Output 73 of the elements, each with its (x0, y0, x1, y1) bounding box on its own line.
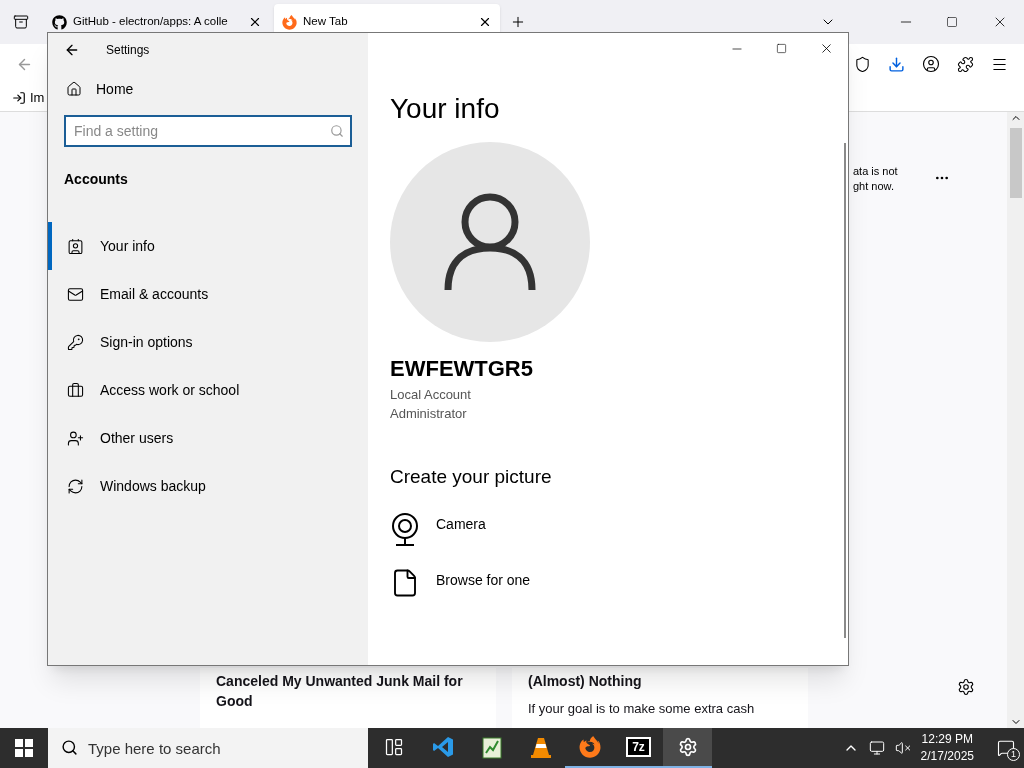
section-heading: Accounts (63, 170, 129, 189)
close-tab-icon[interactable] (248, 15, 262, 29)
home-item[interactable]: Home (48, 67, 368, 111)
browser-icon (578, 736, 601, 758)
article-card[interactable]: Canceled My Unwanted Junk Mail for Good (200, 668, 496, 728)
picture-option[interactable]: Browse for one (390, 567, 848, 598)
clock[interactable]: 12:29 PM 2/17/2025 (920, 731, 974, 765)
windows-logo[interactable] (15, 739, 33, 757)
notification-count: 1 (1007, 748, 1020, 761)
nav-item[interactable]: Access work or school (48, 366, 368, 414)
nav-item[interactable]: Email & accounts (48, 270, 368, 318)
tab-list-icon[interactable] (13, 14, 29, 30)
sync-icon (67, 477, 84, 495)
webcam-icon (390, 511, 420, 548)
browser-tab[interactable]: GitHub - electron/apps: A colle (44, 4, 270, 40)
notice-text: ght now. (853, 179, 895, 194)
mail-icon (67, 285, 84, 303)
search-icon (330, 124, 344, 138)
article-title: Canceled My Unwanted Junk Mail for Good (216, 672, 464, 711)
browser-icon (282, 14, 297, 30)
article-excerpt: If your goal is to make some extra cash (528, 700, 756, 718)
picture-option[interactable]: Camera (390, 511, 848, 548)
notice-text: ata is not (853, 164, 898, 179)
tab-title: New Tab (303, 14, 349, 30)
notification-button[interactable]: 1 (988, 728, 1024, 768)
person-add-icon (67, 429, 84, 447)
nav-item[interactable]: Sign-in options (48, 318, 368, 366)
notepad-icon (480, 735, 503, 759)
nav-item[interactable]: Windows backup (48, 462, 368, 510)
key-icon (67, 333, 84, 351)
new-tab-icon[interactable] (510, 14, 526, 30)
close-tab-icon[interactable] (478, 15, 492, 29)
home-icon (66, 81, 82, 97)
account-type: Local Account (390, 386, 472, 404)
page-heading: Your info (390, 92, 501, 126)
task-view-icon (383, 737, 404, 757)
bookmark-item[interactable]: Im (12, 87, 45, 108)
account-type: Administrator (390, 405, 468, 423)
volume-muted-icon[interactable] (894, 740, 911, 756)
window-title: Settings (106, 42, 150, 59)
search-field[interactable]: Find a setting (64, 115, 352, 147)
back-icon[interactable] (64, 42, 80, 58)
briefcase-icon (67, 381, 84, 399)
github-icon (52, 14, 67, 30)
close-icon[interactable] (819, 41, 834, 56)
article-card[interactable]: (Almost) Nothing If your goal is to make some extra cash (512, 668, 808, 728)
scrollbar[interactable] (1007, 112, 1024, 728)
notification-icon (997, 739, 1015, 757)
contact-card-icon (67, 237, 84, 255)
maximize-icon[interactable] (776, 43, 787, 54)
taskbar-search-field[interactable]: Type here to search (48, 728, 368, 768)
nav-item[interactable]: Your info (48, 222, 368, 270)
article-title: (Almost) Nothing (528, 672, 643, 691)
account-icon[interactable] (922, 55, 940, 73)
code-editor-icon (430, 735, 455, 759)
section-heading: Create your picture (390, 465, 553, 489)
settings-icon[interactable] (957, 678, 975, 696)
person-silhouette-icon (442, 192, 538, 292)
import-icon (12, 90, 26, 105)
user-name: EWFEWTGR5 (390, 355, 534, 383)
shield-icon[interactable] (854, 55, 871, 73)
download-icon[interactable] (888, 55, 905, 73)
network-icon[interactable] (868, 740, 885, 756)
archiver-logo: 7z (626, 737, 651, 757)
search-icon (61, 739, 78, 756)
restore-icon[interactable] (946, 16, 958, 28)
nav-item[interactable]: Other users (48, 414, 368, 462)
scrollbar-thumb[interactable] (1009, 128, 1022, 198)
tab-title: GitHub - electron/apps: A colle (73, 14, 229, 30)
taskbar-app[interactable] (663, 728, 712, 768)
settings-icon (677, 737, 698, 757)
extensions-icon[interactable] (957, 55, 974, 73)
traffic-cone-icon (529, 735, 552, 759)
